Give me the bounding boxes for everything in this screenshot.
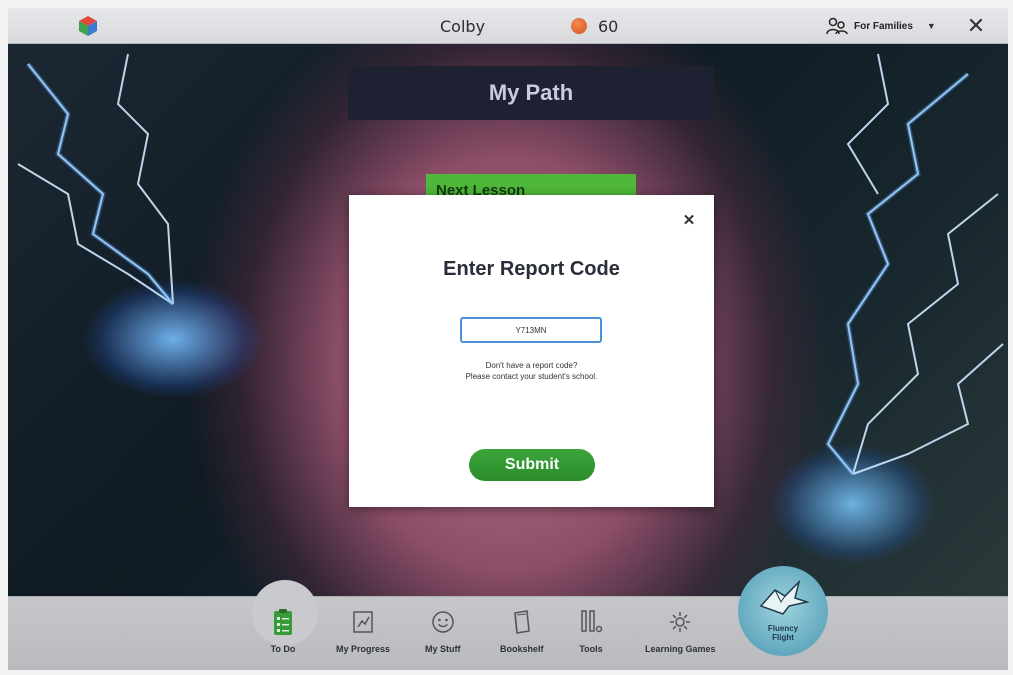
book-icon — [509, 608, 535, 636]
nav-my-progress[interactable]: My Progress — [336, 608, 390, 668]
dialog-close-icon[interactable]: ✕ — [681, 213, 697, 229]
coin-count: 60 — [598, 17, 619, 36]
nav-label: My Progress — [336, 644, 391, 654]
report-code-input[interactable] — [460, 317, 602, 343]
nav-label: To Do — [270, 644, 296, 654]
page-title: My Path — [348, 66, 714, 120]
nav-tools[interactable]: Tools — [578, 608, 604, 668]
fluency-flight-button[interactable]: Fluency Flight — [738, 566, 828, 656]
for-families-menu[interactable]: For Families ▼ — [826, 15, 936, 37]
nav-todo[interactable]: To Do — [270, 608, 296, 668]
dialog-title: Enter Report Code — [443, 258, 620, 280]
gamepad-icon — [667, 608, 693, 636]
nav-label: Bookshelf — [500, 644, 544, 654]
nav-my-stuff[interactable]: My Stuff — [425, 608, 461, 668]
fluency-label-line2: Flight — [772, 633, 794, 642]
top-bar: Colby 60 For Families ▼ ✕ — [8, 8, 1008, 44]
report-code-dialog: ✕ Enter Report Code Don't have a report … — [349, 195, 714, 507]
help-text-line1: Don't have a report code? — [485, 361, 578, 370]
submit-button[interactable]: Submit — [469, 449, 595, 481]
nav-label: Learning Games — [645, 644, 716, 654]
help-text-line2: Please contact your student's school. — [465, 372, 598, 381]
family-icon — [826, 17, 848, 35]
nav-learning-games[interactable]: Learning Games — [645, 608, 716, 668]
coin-icon — [571, 18, 587, 34]
username: Colby — [440, 17, 486, 36]
nav-label: My Stuff — [425, 644, 461, 654]
close-icon[interactable]: ✕ — [964, 14, 988, 38]
dragon-icon — [759, 579, 810, 615]
nav-bookshelf[interactable]: Bookshelf — [500, 608, 544, 668]
for-families-label: For Families — [854, 20, 913, 32]
fluency-label-line1: Fluency — [767, 624, 799, 633]
smiley-icon — [430, 608, 456, 636]
logo-cube-icon — [79, 16, 97, 36]
nav-label: Tools — [579, 644, 603, 654]
chevron-down-icon: ▼ — [926, 21, 936, 31]
todo-clipboard-icon — [270, 608, 296, 636]
app-window: Colby 60 For Families ▼ ✕ My Path Next L… — [8, 8, 1008, 670]
progress-chart-icon — [350, 608, 376, 636]
tools-icon — [578, 608, 604, 636]
